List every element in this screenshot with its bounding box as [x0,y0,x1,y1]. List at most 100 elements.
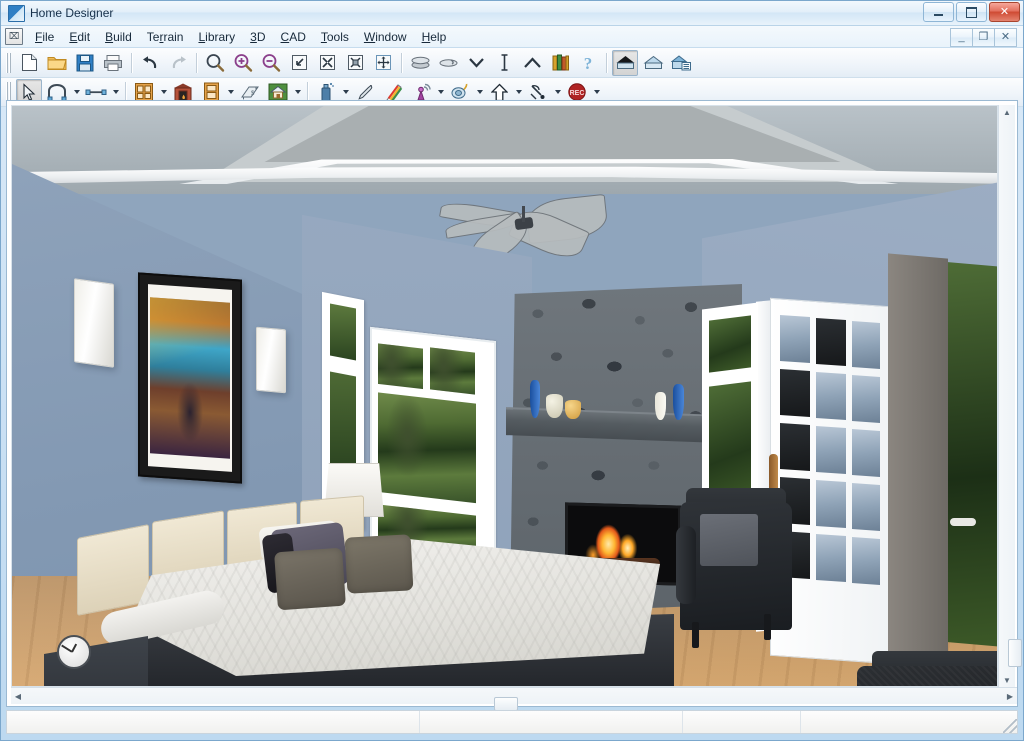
redo-arrow-icon [172,55,186,68]
pan-window-button[interactable] [370,50,396,76]
scroll-up-arrow[interactable]: ▲ [1000,105,1014,119]
undo-button[interactable] [137,50,163,76]
menu-window[interactable]: Window [357,28,414,46]
menu-edit[interactable]: Edit [62,28,97,46]
door-pane [852,483,880,531]
railing-icon [85,89,107,95]
foreground-sofa[interactable] [857,666,997,686]
wall-sconce-right [256,326,286,394]
horizontal-scroll-thumb[interactable] [494,697,519,711]
maximize-icon [966,6,977,18]
minimize-button[interactable] [923,2,954,22]
redo-button[interactable] [165,50,191,76]
menu-terrain[interactable]: Terrain [140,28,191,46]
open-plan-button[interactable] [44,50,70,76]
fireplace-icon [174,83,192,101]
viewport-vertical-scrollbar[interactable]: ▲ ▼ [998,105,1022,687]
full-camera-button[interactable] [612,49,638,76]
door-pane [816,371,846,421]
scroll-right-arrow[interactable]: ▶ [1003,689,1017,703]
toolbar-separator [307,82,308,102]
menu-build[interactable]: Build [98,28,139,46]
door-pane [816,479,846,529]
door-pane [816,533,846,583]
magnifier-icon [206,53,225,72]
full-overview-button[interactable] [640,50,666,76]
vertical-scroll-thumb[interactable] [1008,639,1022,667]
3d-camera-view[interactable] [11,105,998,687]
walkthrough-path-icon [530,84,545,99]
floor-select-button[interactable] [463,50,489,76]
menu-cad[interactable]: CAD [274,28,313,46]
armchair-cushion [700,514,758,566]
spray-can-icon [321,82,334,102]
window-pane-upper-left [378,343,423,391]
doll-house-view-button[interactable] [668,50,694,76]
system-menu-icon[interactable]: ⌧ [5,28,23,45]
fill-window-button[interactable] [286,50,312,76]
new-document-icon [21,54,37,71]
new-plan-button[interactable] [16,50,42,76]
status-coordinates [420,711,683,733]
print-button[interactable] [100,50,126,76]
title-bar: Home Designer ✕ [1,1,1023,26]
help-button[interactable]: ? [575,50,601,76]
resize-grip[interactable] [1003,719,1017,733]
house-overview-icon [643,55,663,69]
menu-tools[interactable]: Tools [314,28,356,46]
window-pane-center [378,392,476,504]
menu-file[interactable]: File [28,28,61,46]
floor-up-button[interactable] [407,50,433,76]
up-one-floor-button[interactable] [519,50,545,76]
second-door-handle[interactable] [950,518,976,526]
cabinet-icon [135,83,153,101]
status-bar [6,710,1018,734]
fill-window-building-button[interactable] [314,50,340,76]
door-pane [852,537,880,585]
scroll-left-arrow[interactable]: ◀ [11,689,25,703]
adjacent-room-wall [888,253,948,659]
lighting-icon [417,83,431,101]
zoom-in-button[interactable] [230,50,256,76]
door-icon [203,82,219,102]
toolbar-separator [131,52,132,73]
framed-artwork [138,272,242,484]
toolbar-grip[interactable] [5,82,12,102]
menu-help[interactable]: Help [415,28,454,46]
reference-display-button[interactable] [491,50,517,76]
toolbar-grip[interactable] [5,52,12,73]
viewport-horizontal-scrollbar[interactable]: ◀ ▶ [11,687,1017,711]
door-pane [816,425,846,475]
menu-3d[interactable]: 3D [243,28,272,46]
close-button[interactable]: ✕ [989,2,1020,22]
zoom-selection-button[interactable] [342,50,368,76]
zoom-out-button[interactable] [258,50,284,76]
menu-library[interactable]: Library [191,28,242,46]
child-restore-button[interactable]: ❐ [972,28,995,47]
library-browser-button[interactable] [547,50,573,76]
menu-bar: ⌧ File Edit Build Terrain Library 3D CAD… [1,26,1023,48]
mantel-vase-blue-short [673,384,684,420]
door-pane [816,317,846,367]
magnifier-minus-icon [262,53,281,72]
zoom-button[interactable] [202,50,228,76]
magnifier-plus-icon [234,53,253,72]
armchair-arm [676,526,696,604]
library-books-icon [552,54,569,71]
floor-down-button[interactable] [435,50,461,76]
chevron-down-icon [468,58,484,68]
home-designer-logo-icon [8,4,25,22]
question-mark-icon: ? [584,54,593,72]
maximize-button[interactable] [956,2,987,22]
reference-line-icon [501,54,507,71]
scroll-down-arrow[interactable]: ▼ [1000,673,1014,687]
toolbar-separator [606,52,607,73]
door-pane [780,314,810,364]
window-pane-upper-right [430,347,475,395]
door-pane [852,321,880,369]
child-close-button[interactable]: ✕ [994,28,1017,47]
child-minimize-button[interactable]: _ [950,28,973,47]
save-plan-button[interactable] [72,50,98,76]
pillow-taupe-tufted [274,547,346,611]
camera-icon [451,83,468,99]
